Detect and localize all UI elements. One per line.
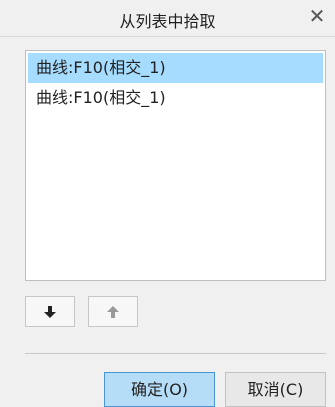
move-up-button[interactable] [88,296,138,327]
arrow-down-icon [44,305,56,318]
ok-button[interactable]: 确定(O) [104,372,215,407]
list-item[interactable]: 曲线:F10(相交_1) [28,53,323,83]
separator [25,353,326,354]
pick-from-list-dialog: 从列表中拾取 ✕ 曲线:F10(相交_1) 曲线:F10(相交_1) 确定(O)… [0,0,335,407]
dialog-title: 从列表中拾取 [119,12,216,31]
close-icon[interactable]: ✕ [305,4,329,28]
item-list[interactable]: 曲线:F10(相交_1) 曲线:F10(相交_1) [25,50,326,281]
arrow-up-icon [107,305,119,318]
move-down-button[interactable] [25,296,75,327]
title-bar: 从列表中拾取 ✕ [0,0,335,37]
cancel-button[interactable]: 取消(C) [225,372,326,407]
list-item[interactable]: 曲线:F10(相交_1) [28,83,323,113]
